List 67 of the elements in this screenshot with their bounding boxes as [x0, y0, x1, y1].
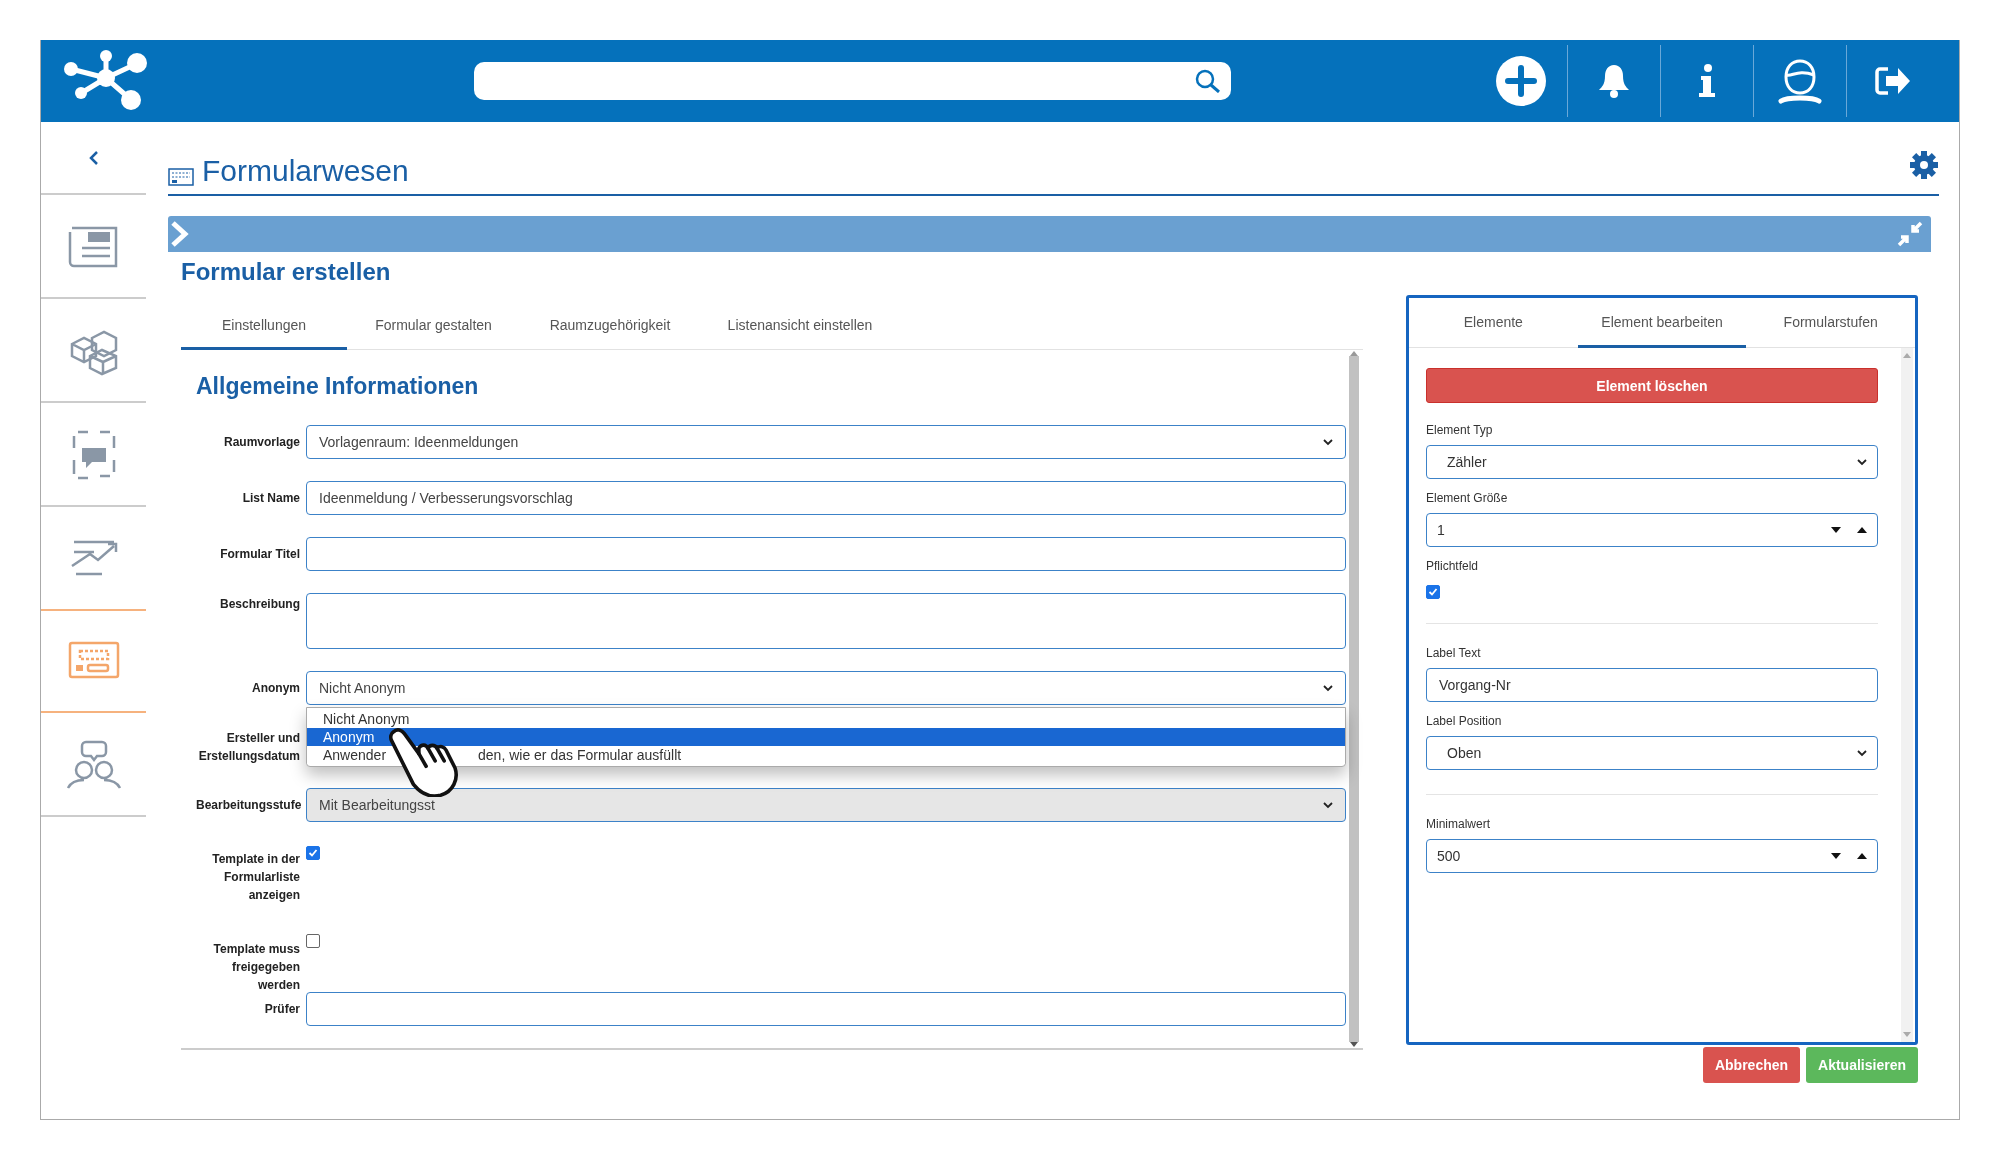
number-field[interactable]: 500	[1426, 839, 1878, 873]
field-label: Element Typ	[1426, 423, 1493, 439]
dropdown-option[interactable]: Anonym	[307, 728, 1345, 747]
field-label: Bearbeitungsstufe	[196, 797, 300, 814]
user-avatar-icon[interactable]	[1777, 57, 1823, 105]
field-label: Beschreibung	[219, 596, 300, 614]
keyboard-form-icon	[168, 168, 194, 188]
field-label: Template muss freigegeben werden	[212, 941, 300, 994]
field-label: Template in der Formularliste anzeigen	[211, 851, 300, 904]
search-icon[interactable]	[1195, 69, 1221, 93]
chevron-down-icon	[1323, 684, 1333, 692]
checkbox[interactable]	[1426, 585, 1440, 599]
page-title: Formularwesen	[202, 154, 409, 188]
checkbox[interactable]	[306, 846, 320, 860]
chevron-down-icon	[1323, 438, 1333, 446]
bell-icon[interactable]	[1598, 63, 1630, 99]
collapse-arrows-icon[interactable]	[1897, 221, 1923, 247]
chevron-down-icon	[1323, 801, 1333, 809]
chevron-down-icon	[1857, 458, 1867, 466]
increment-icon[interactable]	[1857, 527, 1867, 533]
field-label: Element Größe	[1426, 491, 1508, 507]
select-field[interactable]: Zähler	[1426, 445, 1878, 479]
field-label: Formular Titel	[219, 546, 300, 564]
field-label: List Name	[241, 490, 300, 508]
search-field[interactable]	[474, 62, 1231, 100]
select-field[interactable]: Vorlagenraum: Ideenmeldungen	[306, 425, 1346, 460]
cancel-button[interactable]: Abbrechen	[1702, 1047, 1801, 1083]
field-label: Anonym	[251, 680, 300, 698]
field-label: Label Position	[1426, 714, 1502, 730]
input-field[interactable]	[306, 537, 1346, 572]
select-field[interactable]: Oben	[1426, 736, 1878, 770]
field-label: Prüfer	[263, 1001, 300, 1018]
settings-icon[interactable]	[1909, 150, 1939, 180]
chevron-down-icon	[1857, 749, 1867, 757]
form-title: Formular erstellen	[181, 258, 392, 287]
field-label: Raumvorlage	[222, 434, 300, 452]
field-label: Ersteller und Erstellungsdatum	[197, 729, 300, 765]
field-label: Pflichtfeld	[1426, 559, 1479, 575]
tab[interactable]: Formular gestalten	[347, 302, 520, 350]
field-label: Label Text	[1426, 646, 1481, 662]
tab[interactable]: Elemente	[1409, 298, 1578, 348]
tab[interactable]: Formularstufen	[1746, 298, 1915, 348]
field-label: Minimalwert	[1426, 817, 1490, 833]
expand-chevron-icon[interactable]	[170, 221, 190, 247]
tab[interactable]: Element bearbeiten	[1577, 298, 1747, 348]
input-field[interactable]: Vorgang-Nr	[1426, 668, 1878, 702]
tab[interactable]: Raumzugehörigkeit	[520, 302, 700, 350]
logout-icon[interactable]	[1874, 65, 1912, 97]
text-area[interactable]	[306, 593, 1346, 650]
input-field[interactable]: Ideenmeldung / Verbesserungsvorschlag	[306, 481, 1346, 516]
checkbox[interactable]	[306, 934, 320, 948]
dropdown-option[interactable]: Nicht Anonym	[307, 710, 1345, 729]
number-field[interactable]: 1	[1426, 513, 1878, 547]
add-icon[interactable]	[1494, 55, 1547, 107]
section-title: Allgemeine Informationen	[196, 372, 480, 402]
back-chevron-icon[interactable]	[88, 150, 99, 165]
tab[interactable]: Einstellungen	[181, 302, 347, 350]
decrement-icon[interactable]	[1831, 527, 1841, 533]
dropdown-option[interactable]: Anwender den, wie er das Formular ausfüllt	[307, 746, 1345, 765]
info-icon[interactable]	[1698, 64, 1716, 98]
scrollbar-thumb[interactable]	[1349, 356, 1359, 1042]
increment-icon[interactable]	[1857, 853, 1867, 859]
select-field[interactable]: Nicht Anonym	[306, 671, 1346, 706]
decrement-icon[interactable]	[1831, 853, 1841, 859]
delete-element-button[interactable]: Element löschen	[1426, 368, 1878, 403]
input-field[interactable]	[306, 992, 1346, 1026]
tab[interactable]: Listenansicht einstellen	[700, 302, 900, 350]
